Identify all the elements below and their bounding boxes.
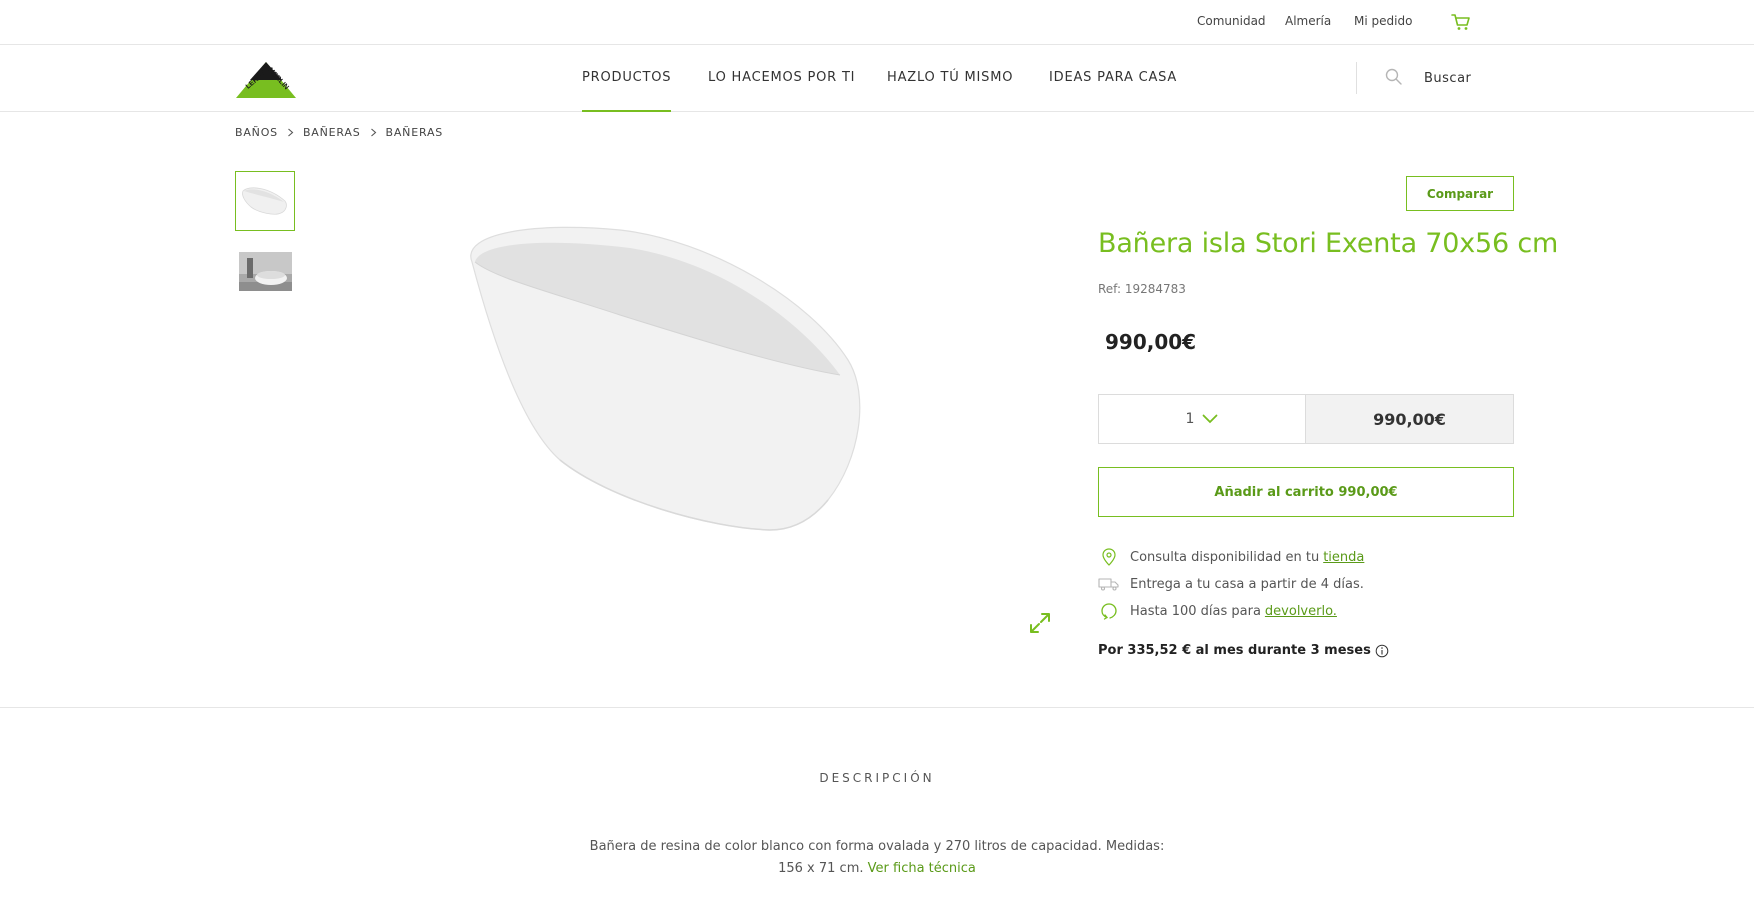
bathtub-thumbnail-image <box>242 187 287 215</box>
nav-divider <box>1356 62 1357 94</box>
product-price: 990,00€ <box>1105 330 1197 354</box>
section-divider <box>0 707 1754 708</box>
compare-button[interactable]: Comparar <box>1406 176 1514 211</box>
nav-productos[interactable]: PRODUCTOS <box>582 70 672 112</box>
financing-text: Por 335,52 € al mes durante 3 meses <box>1098 643 1371 658</box>
add-to-cart-button[interactable]: Añadir al carrito 990,00€ <box>1098 467 1514 517</box>
technical-sheet-link[interactable]: Ver ficha técnica <box>868 861 976 876</box>
breadcrumb-baneras-2[interactable]: BAÑERAS <box>386 126 444 139</box>
chevron-right-icon <box>370 128 376 137</box>
return-text: Hasta 100 días para <box>1130 603 1261 619</box>
breadcrumb-baneras-1[interactable]: BAÑERAS <box>303 126 361 139</box>
return-link[interactable]: devolverlo. <box>1265 604 1337 619</box>
return-info: Hasta 100 días para devolverlo. <box>1098 602 1337 620</box>
return-arrow-icon <box>1098 602 1120 620</box>
location-pin-icon <box>1098 548 1120 566</box>
search-input[interactable]: Buscar <box>1424 71 1471 86</box>
bathroom-scene-thumbnail-image <box>239 252 292 291</box>
expand-image-icon[interactable] <box>1028 611 1052 635</box>
availability-text: Consulta disponibilidad en tu <box>1130 549 1320 565</box>
thumbnail-2[interactable] <box>239 252 292 291</box>
link-mi-pedido[interactable]: Mi pedido <box>1354 14 1412 28</box>
chevron-right-icon <box>288 128 294 137</box>
search-icon[interactable] <box>1384 67 1404 87</box>
delivery-text: Entrega a tu casa a partir de 4 días. <box>1130 576 1364 592</box>
product-title: Bañera isla Stori Exenta 70x56 cm <box>1098 228 1559 259</box>
store-link[interactable]: tienda <box>1323 550 1364 565</box>
nav-ideas-para-casa[interactable]: IDEAS PARA CASA <box>1049 70 1177 85</box>
quantity-box: 1 990,00€ <box>1098 394 1514 444</box>
breadcrumb-banos[interactable]: BAÑOS <box>235 126 278 139</box>
main-navigation: LEROY MERLIN PRODUCTOS LO HACEMOS POR TI… <box>0 45 1754 112</box>
cart-icon[interactable] <box>1450 12 1472 32</box>
product-reference: Ref: 19284783 <box>1098 282 1186 296</box>
delivery-info: Entrega a tu casa a partir de 4 días. <box>1098 575 1364 593</box>
delivery-truck-icon <box>1098 575 1120 593</box>
nav-hazlo-tu-mismo[interactable]: HAZLO TÚ MISMO <box>887 70 1013 85</box>
quantity-select[interactable]: 1 <box>1099 395 1306 443</box>
product-main-image[interactable] <box>420 170 980 630</box>
top-utility-bar: Comunidad Almería Mi pedido <box>0 0 1754 45</box>
leroy-merlin-logo[interactable]: LEROY MERLIN <box>234 58 298 98</box>
availability-info: Consulta disponibilidad en tu tienda <box>1098 548 1364 566</box>
quantity-total: 990,00€ <box>1306 395 1513 443</box>
chevron-down-icon <box>1203 414 1218 424</box>
breadcrumb: BAÑOS BAÑERAS BAÑERAS <box>235 126 443 139</box>
financing-info: Por 335,52 € al mes durante 3 meses <box>1098 643 1389 658</box>
thumbnail-1[interactable] <box>235 171 295 231</box>
info-icon[interactable] <box>1375 644 1389 658</box>
quantity-value: 1 <box>1185 411 1195 427</box>
description-body: Bañera de resina de color blanco con for… <box>577 836 1177 880</box>
link-comunidad[interactable]: Comunidad <box>1197 14 1266 28</box>
nav-lo-hacemos-por-ti[interactable]: LO HACEMOS POR TI <box>708 70 855 85</box>
description-heading: DESCRIPCIÓN <box>819 771 935 785</box>
link-store-almeria[interactable]: Almería <box>1285 14 1331 28</box>
